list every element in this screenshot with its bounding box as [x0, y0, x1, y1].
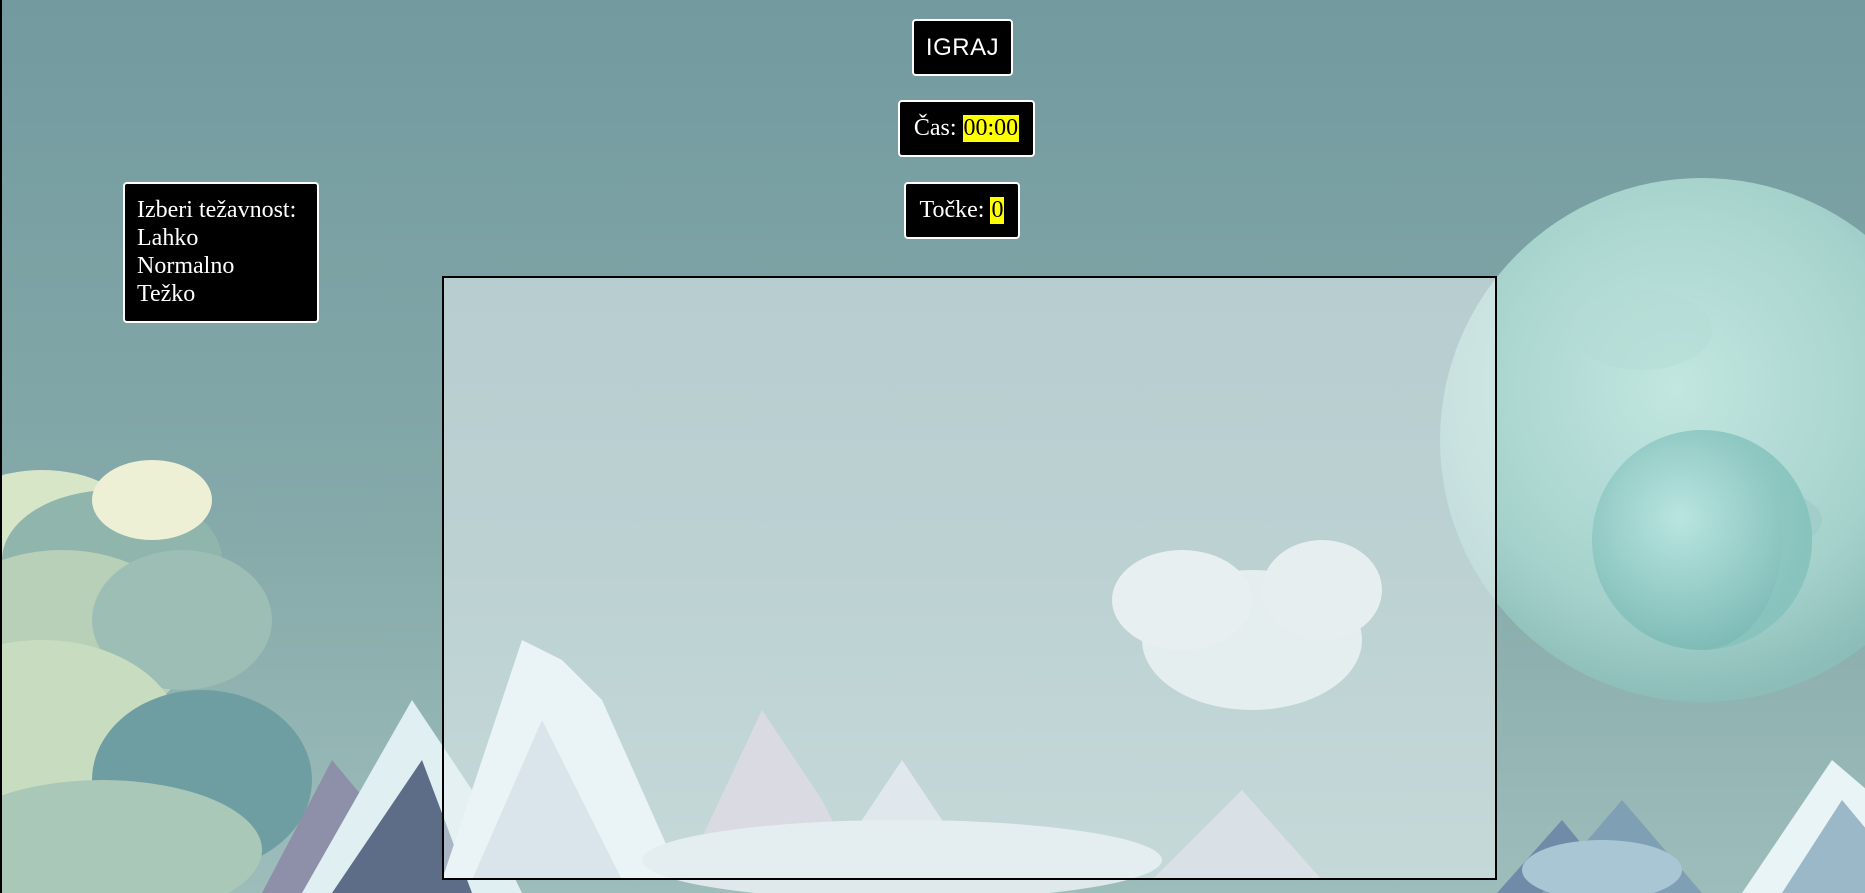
difficulty-option-hard[interactable]: Težko	[137, 280, 305, 308]
difficulty-title: Izberi težavnost:	[137, 197, 297, 223]
planet-small	[1592, 430, 1812, 650]
timer-display: Čas: 00:00	[898, 100, 1035, 157]
score-value: 0	[990, 197, 1005, 224]
score-display: Točke: 0	[904, 182, 1020, 239]
difficulty-selector: Izberi težavnost: Lahko Normalno Težko	[123, 182, 319, 323]
score-label: Točke:	[919, 197, 985, 223]
game-page: IGRAJ Čas: 00:00 Točke: 0 Izberi težavno…	[0, 0, 1865, 893]
play-button[interactable]: IGRAJ	[912, 19, 1013, 76]
difficulty-option-easy[interactable]: Lahko	[137, 224, 305, 252]
difficulty-option-normal[interactable]: Normalno	[137, 252, 305, 280]
timer-value: 00:00	[962, 115, 1020, 142]
game-canvas[interactable]	[442, 276, 1497, 880]
timer-label: Čas:	[913, 115, 957, 141]
